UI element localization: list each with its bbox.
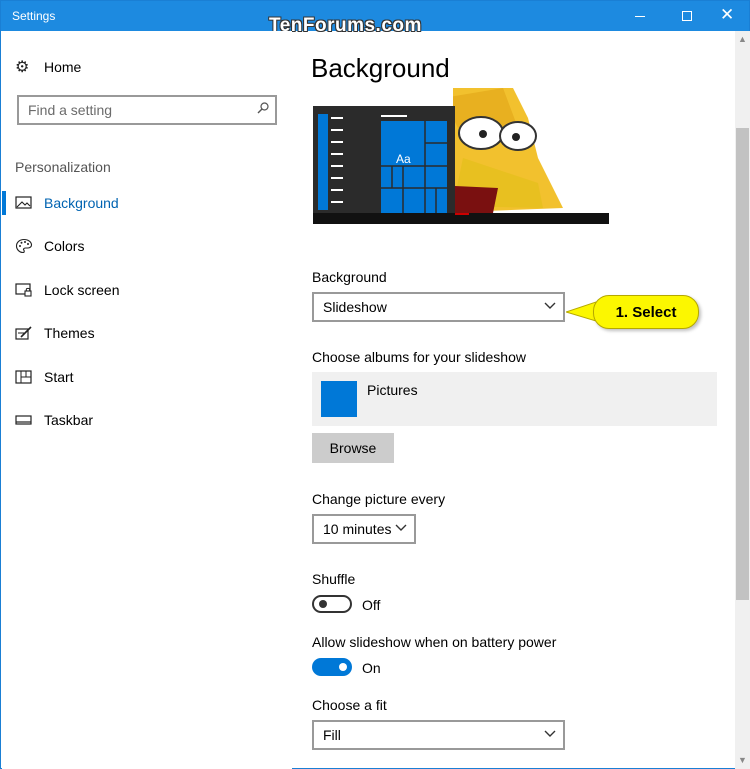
preview-start-menu — [313, 106, 455, 215]
toggle-knob — [339, 663, 347, 671]
preview-taskbar — [313, 213, 609, 224]
callout-text: 1. Select — [615, 304, 677, 321]
sidebar-item-lock-screen[interactable]: Lock screen — [2, 272, 292, 308]
background-label: Background — [312, 269, 387, 285]
scroll-thumb[interactable] — [736, 128, 749, 600]
chevron-down-icon — [544, 730, 556, 737]
search-icon — [257, 102, 269, 114]
sidebar-item-themes[interactable]: Themes — [2, 315, 292, 351]
palette-icon — [15, 238, 33, 254]
sidebar-item-colors[interactable]: Colors — [2, 228, 292, 264]
taskbar-icon — [15, 415, 32, 425]
scroll-up-icon[interactable]: ▲ — [738, 34, 747, 44]
preview-tile-text: Aa — [396, 152, 411, 166]
nav-home[interactable]: ⚙ Home — [2, 53, 292, 81]
gear-icon: ⚙ — [15, 59, 30, 76]
close-icon: ✕ — [720, 5, 735, 24]
shuffle-toggle[interactable] — [312, 595, 352, 613]
sidebar: ⚙ Home Find a setting Personalization Ba… — [2, 31, 292, 769]
albums-label: Choose albums for your slideshow — [312, 349, 526, 365]
page-title: Background — [311, 53, 450, 83]
active-indicator — [2, 191, 6, 215]
chevron-down-icon — [395, 524, 407, 531]
settings-window: Settings TenForums.com ✕ ⚙ Home Find a s… — [0, 0, 750, 769]
battery-toggle[interactable] — [312, 658, 352, 676]
lock-screen-icon — [15, 283, 32, 297]
background-preview: Aa — [313, 88, 609, 224]
window-title: Settings — [12, 9, 56, 23]
content-pane: Background Aa Background Slideshow Choos… — [292, 31, 735, 769]
fit-dropdown-value: Fill — [323, 727, 341, 743]
start-icon — [15, 370, 32, 384]
sidebar-item-label: Lock screen — [44, 282, 120, 298]
search-input[interactable]: Find a setting — [28, 102, 112, 118]
sidebar-item-label: Colors — [44, 238, 85, 254]
section-title: Personalization — [15, 159, 111, 175]
callout-annotation: 1. Select — [593, 295, 699, 329]
callout-pointer — [566, 301, 596, 322]
battery-state: On — [362, 660, 381, 676]
scrollbar[interactable]: ▲ ▼ — [735, 31, 750, 769]
album-thumbnail — [321, 381, 357, 417]
battery-label: Allow slideshow when on battery power — [312, 634, 557, 650]
sidebar-item-label: Background — [44, 195, 119, 211]
change-every-dropdown[interactable]: 10 minutes — [312, 514, 416, 544]
sidebar-item-label: Themes — [44, 325, 95, 341]
change-every-value: 10 minutes — [323, 521, 392, 537]
sidebar-item-start[interactable]: Start — [2, 359, 292, 395]
themes-icon — [15, 326, 32, 340]
fit-dropdown[interactable]: Fill — [312, 720, 565, 750]
album-item[interactable]: Pictures — [312, 372, 717, 426]
minimize-icon — [635, 16, 645, 17]
sidebar-item-background[interactable]: Background — [2, 185, 292, 221]
toggle-knob — [319, 600, 327, 608]
preview-taskbar-accent — [455, 213, 469, 215]
fit-label: Choose a fit — [312, 697, 387, 713]
picture-icon — [15, 196, 32, 209]
background-dropdown-value: Slideshow — [323, 299, 387, 315]
browse-button[interactable]: Browse — [312, 433, 394, 463]
sidebar-item-taskbar[interactable]: Taskbar — [2, 402, 292, 438]
scroll-down-icon[interactable]: ▼ — [738, 755, 747, 765]
chevron-down-icon — [544, 302, 556, 309]
nav-home-label: Home — [44, 59, 82, 75]
maximize-icon — [682, 11, 692, 21]
preview-tiles — [318, 114, 447, 215]
change-every-label: Change picture every — [312, 491, 446, 507]
album-name: Pictures — [367, 382, 418, 398]
sidebar-item-label: Start — [44, 369, 74, 385]
background-dropdown[interactable]: Slideshow — [312, 292, 565, 322]
browse-button-label: Browse — [329, 440, 377, 456]
sidebar-item-label: Taskbar — [44, 412, 94, 428]
minimize-button[interactable] — [617, 1, 663, 31]
title-bar[interactable]: Settings TenForums.com ✕ — [1, 1, 749, 36]
search-box[interactable]: Find a setting — [17, 95, 277, 125]
shuffle-state: Off — [362, 597, 381, 613]
close-button[interactable]: ✕ — [703, 1, 749, 31]
shuffle-label: Shuffle — [312, 571, 356, 587]
